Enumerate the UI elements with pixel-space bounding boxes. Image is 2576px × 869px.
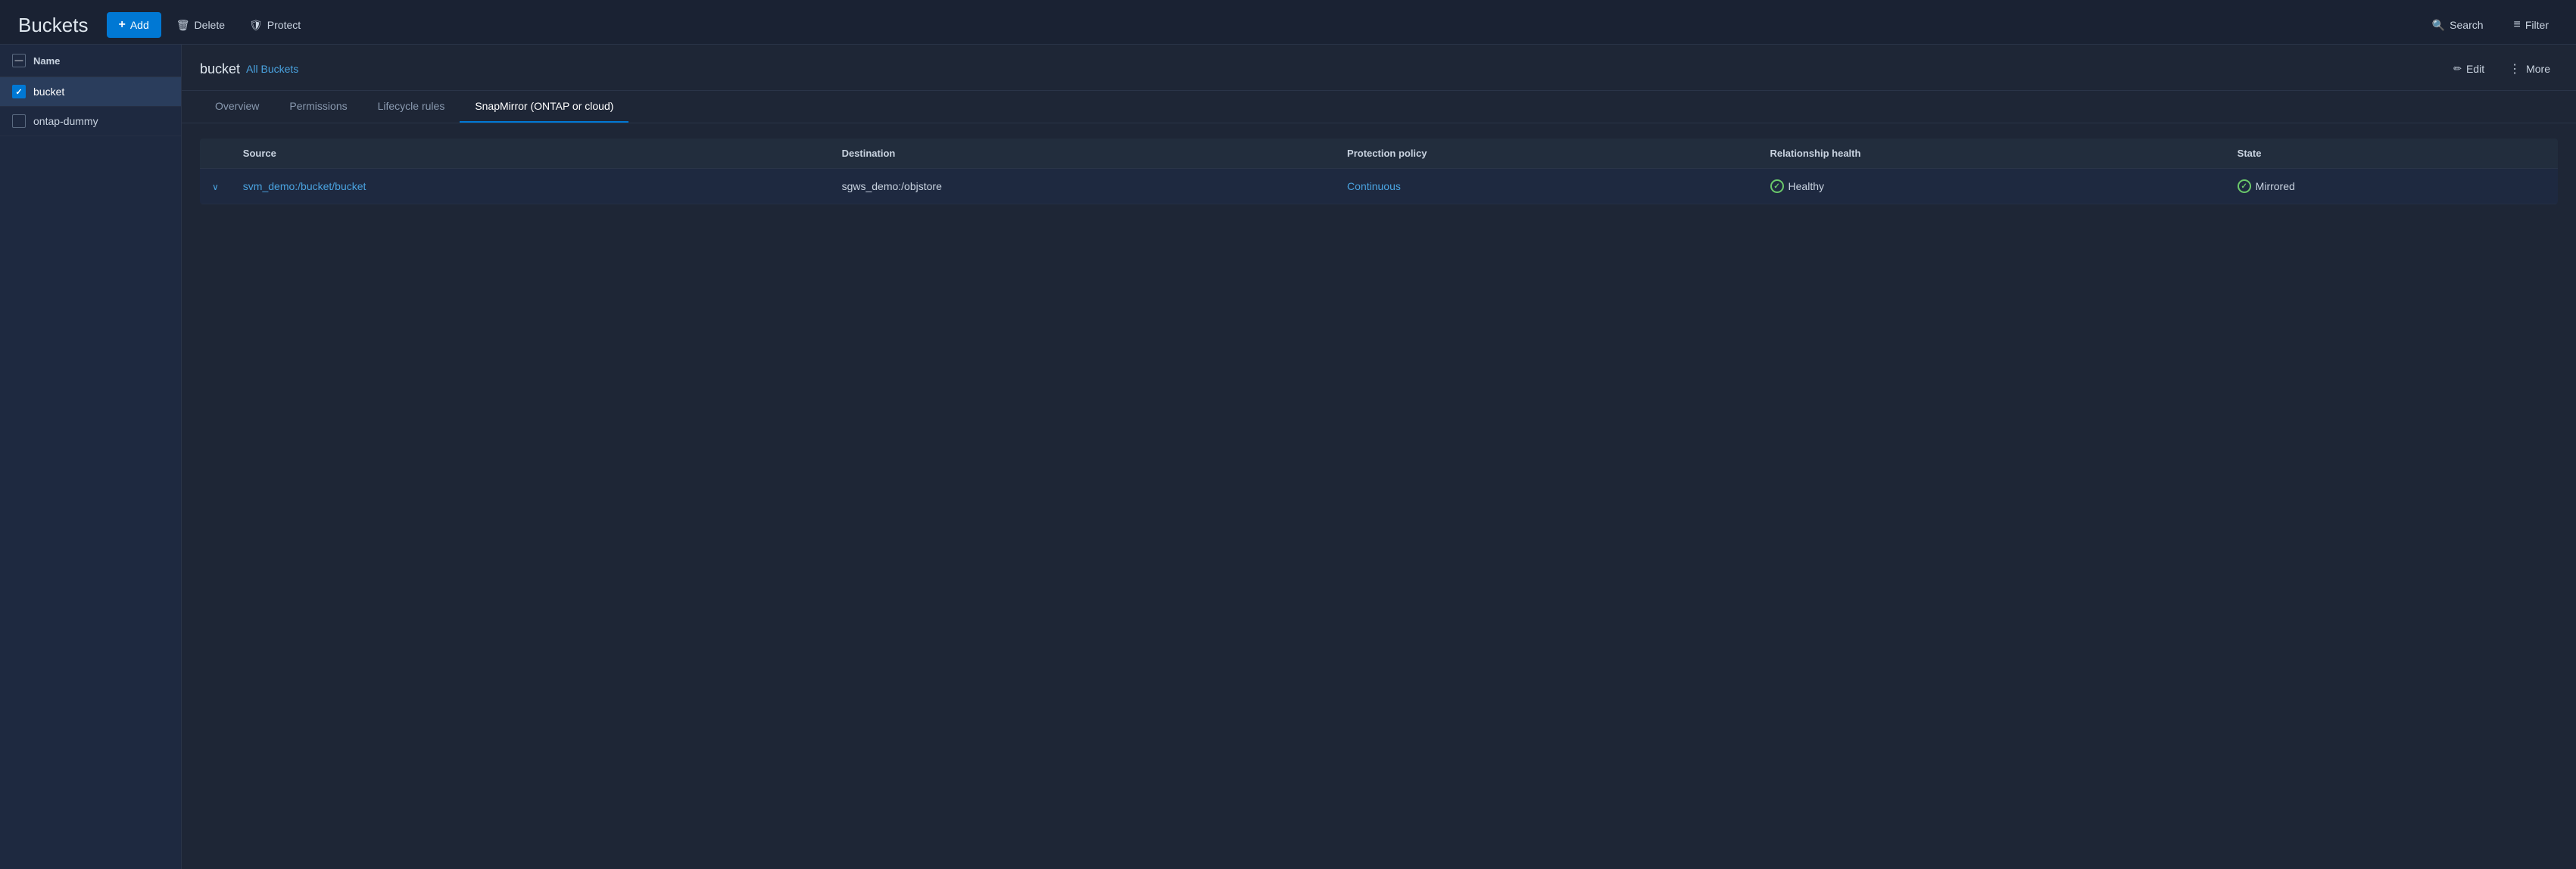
header-actions: + Add 🗑 Delete 🛡 Protect bbox=[107, 12, 310, 38]
expand-icon[interactable]: ∨ bbox=[212, 182, 219, 192]
header: Buckets + Add 🗑 Delete 🛡 Protect 🔍 S bbox=[0, 0, 2576, 45]
health-checkmark: ✓ bbox=[1773, 182, 1779, 191]
delete-icon: 🗑 bbox=[176, 19, 190, 32]
tab-overview[interactable]: Overview bbox=[200, 91, 274, 123]
main-content: — Name ✓ bucket ontap-dummy b bbox=[0, 45, 2576, 869]
source-link[interactable]: svm_demo:/bucket/bucket bbox=[243, 180, 366, 192]
header-left: Buckets + Add 🗑 Delete 🛡 Protect bbox=[18, 12, 310, 38]
more-dots-icon: ⋮ bbox=[2509, 61, 2521, 76]
breadcrumb-current: bucket bbox=[200, 61, 240, 77]
protection-policy-cell: Continuous bbox=[1335, 169, 1757, 204]
add-label: Add bbox=[130, 19, 149, 31]
protect-icon: 🛡 bbox=[249, 19, 263, 32]
expand-cell[interactable]: ∨ bbox=[200, 169, 231, 204]
sidebar: — Name ✓ bucket ontap-dummy bbox=[0, 45, 182, 869]
col-state-header: State bbox=[2225, 139, 2558, 169]
protection-policy-link[interactable]: Continuous bbox=[1347, 180, 1401, 192]
col-relationship-health-header: Relationship health bbox=[1758, 139, 2225, 169]
detail-header: bucket All Buckets ✏ Edit ⋮ More bbox=[182, 45, 2576, 91]
search-icon: 🔍 bbox=[2432, 19, 2445, 32]
protect-button[interactable]: 🛡 Protect bbox=[240, 13, 310, 38]
select-all-checkbox[interactable]: — bbox=[12, 54, 26, 67]
add-button[interactable]: + Add bbox=[107, 12, 161, 38]
table-header-row: Source Destination Protection policy Rel… bbox=[200, 139, 2558, 169]
col-source-header: Source bbox=[231, 139, 830, 169]
source-cell: svm_demo:/bucket/bucket bbox=[231, 169, 830, 204]
state-status: ✓ Mirrored bbox=[2238, 179, 2546, 193]
bucket-label: bucket bbox=[33, 86, 64, 98]
delete-button[interactable]: 🗑 Delete bbox=[167, 13, 234, 38]
detail-panel: bucket All Buckets ✏ Edit ⋮ More bbox=[182, 45, 2576, 869]
tab-snapmirror[interactable]: SnapMirror (ONTAP or cloud) bbox=[460, 91, 628, 123]
detail-actions: ✏ Edit ⋮ More bbox=[2446, 57, 2558, 81]
breadcrumb-link[interactable]: All Buckets bbox=[246, 63, 298, 75]
page-title: Buckets bbox=[18, 14, 89, 37]
sidebar-item-bucket[interactable]: ✓ bucket bbox=[0, 77, 181, 107]
table-area: Source Destination Protection policy Rel… bbox=[182, 123, 2576, 869]
bucket-checkbox[interactable]: ✓ bbox=[12, 85, 26, 98]
filter-button[interactable]: ≡ Filter bbox=[2505, 12, 2558, 38]
sidebar-header: — Name bbox=[0, 45, 181, 77]
table-row: ∨ svm_demo:/bucket/bucket sgws_demo:/obj… bbox=[200, 169, 2558, 204]
state-label: Mirrored bbox=[2256, 180, 2295, 192]
tab-permissions[interactable]: Permissions bbox=[274, 91, 362, 123]
edit-icon: ✏ bbox=[2453, 63, 2462, 75]
relationship-health-cell: ✓ Healthy bbox=[1758, 169, 2225, 204]
health-status-icon: ✓ bbox=[1770, 179, 1784, 193]
col-expand-header bbox=[200, 139, 231, 169]
more-button[interactable]: ⋮ More bbox=[2501, 57, 2558, 81]
ontap-dummy-checkbox[interactable] bbox=[12, 114, 26, 128]
edit-button[interactable]: ✏ Edit bbox=[2446, 58, 2492, 79]
edit-label: Edit bbox=[2466, 63, 2484, 75]
search-button[interactable]: 🔍 Search bbox=[2423, 13, 2493, 38]
health-status: ✓ Healthy bbox=[1770, 179, 2213, 193]
state-checkmark: ✓ bbox=[2241, 182, 2247, 191]
state-cell: ✓ Mirrored bbox=[2225, 169, 2558, 204]
breadcrumb: bucket All Buckets bbox=[200, 61, 298, 77]
sidebar-column-header: Name bbox=[33, 55, 60, 67]
ontap-dummy-label: ontap-dummy bbox=[33, 115, 98, 127]
tab-lifecycle[interactable]: Lifecycle rules bbox=[363, 91, 460, 123]
more-label: More bbox=[2526, 63, 2550, 75]
col-destination-header: Destination bbox=[830, 139, 1335, 169]
snapmirror-table: Source Destination Protection policy Rel… bbox=[200, 139, 2558, 204]
col-protection-policy-header: Protection policy bbox=[1335, 139, 1757, 169]
app-container: Buckets + Add 🗑 Delete 🛡 Protect 🔍 S bbox=[0, 0, 2576, 869]
header-right: 🔍 Search ≡ Filter bbox=[2423, 12, 2558, 38]
health-label: Healthy bbox=[1789, 180, 1824, 192]
plus-icon: + bbox=[119, 18, 126, 32]
tabs: Overview Permissions Lifecycle rules Sna… bbox=[182, 91, 2576, 123]
sidebar-item-ontap-dummy[interactable]: ontap-dummy bbox=[0, 107, 181, 136]
destination-cell: sgws_demo:/objstore bbox=[830, 169, 1335, 204]
search-label: Search bbox=[2450, 19, 2483, 31]
state-status-icon: ✓ bbox=[2238, 179, 2251, 193]
filter-icon: ≡ bbox=[2514, 18, 2521, 32]
protect-label: Protect bbox=[267, 19, 301, 31]
filter-label: Filter bbox=[2525, 19, 2549, 31]
delete-label: Delete bbox=[195, 19, 225, 31]
